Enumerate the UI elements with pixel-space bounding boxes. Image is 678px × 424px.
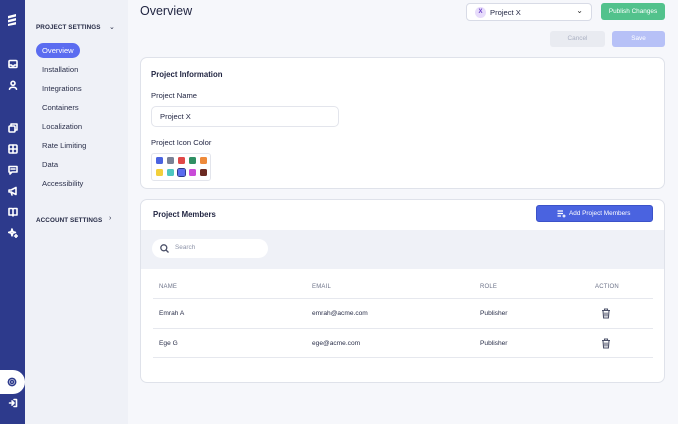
sidebar-item-rate-limiting[interactable]: Rate Limiting (36, 138, 92, 153)
color-swatch-indigo-selected[interactable] (176, 167, 187, 178)
color-swatch-picker (151, 153, 211, 181)
column-header-name: NAME (159, 284, 178, 290)
sidebar-item-containers[interactable]: Containers (36, 100, 85, 115)
project-name-input[interactable]: Project X (151, 106, 339, 127)
card-title: Project Information (151, 70, 223, 79)
member-email: emrah@acme.com (312, 310, 368, 317)
search-input[interactable]: Search (152, 239, 268, 258)
card-title: Project Members (153, 210, 216, 219)
member-name: Emrah A (159, 310, 185, 317)
project-select-value: Project X (490, 8, 521, 17)
user-icon[interactable] (6, 78, 19, 91)
megaphone-icon[interactable] (6, 184, 19, 197)
sidebar-item-integrations[interactable]: Integrations (36, 81, 88, 96)
column-header-role: ROLE (480, 284, 498, 290)
column-header-email: EMAIL (312, 284, 332, 290)
add-list-icon (557, 210, 566, 218)
color-swatch-brown[interactable] (200, 169, 207, 176)
delete-icon[interactable] (601, 308, 611, 319)
search-bar-area: Search (141, 230, 664, 269)
chevron-right-icon[interactable]: › (109, 215, 111, 222)
project-badge: X (475, 7, 486, 18)
member-name: Ege G (159, 340, 178, 347)
member-role: Publisher (480, 340, 508, 347)
publish-changes-button[interactable]: Publish Changes (601, 3, 665, 20)
project-icon-color-label: Project Icon Color (151, 138, 212, 147)
grid-icon[interactable] (6, 142, 19, 155)
color-swatch-blue[interactable] (156, 157, 163, 164)
add-project-members-label: Add Project Members (569, 210, 631, 217)
page-title: Overview (140, 4, 193, 18)
project-name-label: Project Name (151, 91, 198, 100)
add-project-members-button[interactable]: Add Project Members (536, 205, 653, 222)
table-row: Emrah A emrah@acme.com Publisher (153, 298, 653, 328)
settings-sidebar: PROJECT SETTINGS ⌄ Overview Installation… (25, 0, 128, 424)
color-swatch-gray[interactable] (167, 157, 174, 164)
project-select[interactable]: X Project X ⌄ (466, 3, 592, 21)
color-swatch-orange[interactable] (200, 157, 207, 164)
account-settings-heading[interactable]: ACCOUNT SETTINGS (36, 217, 102, 224)
save-button[interactable]: Save (612, 31, 665, 47)
project-settings-heading[interactable]: PROJECT SETTINGS (36, 24, 101, 31)
project-members-card: Project Members Add Project Members Sear… (140, 199, 665, 383)
book-icon[interactable] (6, 205, 19, 218)
sidebar-item-accessibility[interactable]: Accessibility (36, 176, 89, 191)
sparkle-icon[interactable] (6, 226, 19, 239)
cancel-button[interactable]: Cancel (550, 31, 605, 47)
column-header-action: ACTION (595, 284, 619, 290)
project-information-card: Project Information Project Name Project… (140, 57, 665, 189)
delete-icon[interactable] (601, 338, 611, 349)
layers-icon[interactable] (6, 121, 19, 134)
logo-icon[interactable] (6, 13, 19, 26)
member-email: ege@acme.com (312, 340, 361, 347)
sidebar-item-installation[interactable]: Installation (36, 62, 84, 77)
search-placeholder: Search (175, 244, 196, 251)
color-swatch-teal[interactable] (167, 169, 174, 176)
chevron-down-icon[interactable]: ⌄ (109, 23, 115, 31)
sidebar-item-localization[interactable]: Localization (36, 119, 88, 134)
member-role: Publisher (480, 310, 508, 317)
color-swatch-yellow[interactable] (156, 169, 163, 176)
color-swatch-red[interactable] (178, 157, 185, 164)
chat-icon[interactable] (6, 163, 19, 176)
sidebar-item-overview[interactable]: Overview (36, 43, 80, 58)
search-icon (160, 244, 169, 253)
inbox-icon[interactable] (6, 57, 19, 70)
settings-icon[interactable] (5, 375, 18, 388)
icon-rail (0, 0, 25, 424)
settings-active-tab[interactable] (0, 370, 25, 394)
table-row: Ege G ege@acme.com Publisher (153, 328, 653, 358)
color-swatch-green[interactable] (189, 157, 196, 164)
color-swatch-purple[interactable] (189, 169, 196, 176)
logout-icon[interactable] (6, 396, 19, 409)
sidebar-item-data[interactable]: Data (36, 157, 64, 172)
chevron-down-icon: ⌄ (576, 6, 583, 15)
